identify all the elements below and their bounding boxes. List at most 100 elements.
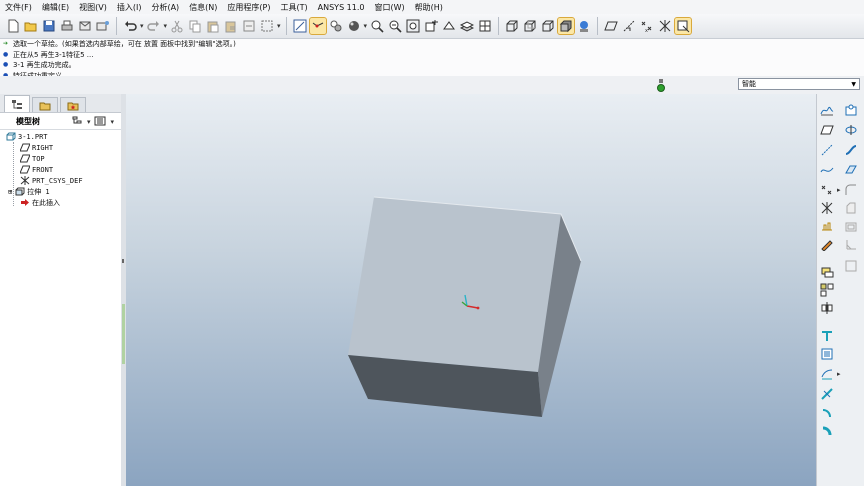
menu-info[interactable]: 信息(N) xyxy=(184,2,222,13)
copy-icon[interactable] xyxy=(187,18,203,34)
tree-settings-icon[interactable] xyxy=(94,115,106,129)
selection-filter-select[interactable]: 智能 ▼ xyxy=(738,78,860,90)
undo-icon[interactable] xyxy=(122,18,138,34)
zoom-in-icon[interactable] xyxy=(369,18,385,34)
coordinate-systems-icon[interactable] xyxy=(657,18,673,34)
select-box-icon[interactable] xyxy=(259,18,275,34)
sweep-icon[interactable] xyxy=(843,142,859,158)
datum-plane-tool-icon[interactable] xyxy=(819,122,835,138)
tab-model-tree[interactable] xyxy=(4,95,30,112)
model-canvas[interactable] xyxy=(126,94,816,486)
trim-icon[interactable] xyxy=(819,386,835,402)
hidden-line-icon[interactable] xyxy=(522,18,538,34)
save-icon[interactable] xyxy=(41,18,57,34)
show-icon[interactable] xyxy=(71,115,83,129)
shading-options-icon[interactable] xyxy=(328,18,344,34)
show-dropdown-icon[interactable]: ▾ xyxy=(87,118,91,126)
merge-icon[interactable] xyxy=(819,366,835,382)
sketch-display-icon[interactable] xyxy=(292,18,308,34)
blend-icon[interactable] xyxy=(843,162,859,178)
menu-ansys[interactable]: ANSYS 11.0 xyxy=(313,3,370,12)
coordinate-system-tool-icon[interactable] xyxy=(819,200,835,216)
menu-insert[interactable]: 插入(I) xyxy=(112,2,147,13)
menu-analysis[interactable]: 分析(A) xyxy=(146,2,184,13)
open-folder-icon[interactable] xyxy=(23,18,39,34)
print-icon[interactable] xyxy=(59,18,75,34)
datum-points-icon[interactable]: x xyxy=(639,18,655,34)
saved-views-icon[interactable] xyxy=(441,18,457,34)
analysis-feature-icon[interactable] xyxy=(819,218,835,234)
menu-tools[interactable]: 工具(T) xyxy=(276,2,313,13)
pattern-icon[interactable] xyxy=(819,282,835,298)
mirror-icon[interactable] xyxy=(819,300,835,316)
layers-icon[interactable] xyxy=(459,18,475,34)
chamfer-icon[interactable] xyxy=(843,200,859,216)
thicken-icon[interactable] xyxy=(819,424,835,440)
surface-fill-icon[interactable] xyxy=(819,346,835,362)
arrow-icon: ➔ xyxy=(3,40,9,47)
copy-feature-icon[interactable] xyxy=(819,264,835,280)
view-manager-icon[interactable] xyxy=(477,18,493,34)
sphere-shading-icon[interactable] xyxy=(346,18,362,34)
datum-point-tool-icon[interactable] xyxy=(819,182,835,198)
datum-plane-icon xyxy=(20,154,30,163)
hole-icon[interactable] xyxy=(843,102,859,118)
reference-feature-icon[interactable] xyxy=(819,236,835,252)
splitter-grip[interactable] xyxy=(122,259,124,263)
tab-favorites[interactable] xyxy=(60,97,86,112)
no-hidden-icon[interactable] xyxy=(540,18,556,34)
graphics-viewport[interactable] xyxy=(126,94,816,486)
menu-applications[interactable]: 应用程序(P) xyxy=(222,2,275,13)
shaded-icon[interactable] xyxy=(557,17,576,35)
offset-icon[interactable] xyxy=(819,406,835,422)
reorient-icon[interactable] xyxy=(423,18,439,34)
annotation-display-icon[interactable] xyxy=(674,17,693,35)
sketch-icon[interactable] xyxy=(819,102,835,118)
paste-icon[interactable] xyxy=(205,18,221,34)
menu-help[interactable]: 帮助(H) xyxy=(410,2,448,13)
tree-item-csys[interactable]: PRT_CSYS_DEF xyxy=(20,175,83,186)
datum-axis-tool-icon[interactable] xyxy=(819,142,835,158)
merge-dropdown-icon[interactable]: ▸ xyxy=(837,370,841,378)
tree-item-extrude[interactable]: ⊞ 拉伸 1 xyxy=(8,186,50,197)
undo-dropdown-icon[interactable]: ▾ xyxy=(140,22,144,30)
extrude-tool-icon[interactable] xyxy=(819,328,835,344)
regenerate-icon[interactable] xyxy=(241,18,257,34)
rib-icon[interactable] xyxy=(843,236,859,252)
zoom-out-icon[interactable] xyxy=(387,18,403,34)
datum-axes-icon[interactable] xyxy=(621,18,637,34)
shell-icon[interactable] xyxy=(843,218,859,234)
menu-edit[interactable]: 编辑(E) xyxy=(37,2,74,13)
menu-file[interactable]: 文件(F) xyxy=(0,2,37,13)
menu-view[interactable]: 视图(V) xyxy=(74,2,112,13)
cut-icon[interactable] xyxy=(169,18,185,34)
tree-item-insert-here[interactable]: 在此插入 xyxy=(20,197,60,208)
refit-icon[interactable] xyxy=(405,18,421,34)
round-icon[interactable] xyxy=(843,182,859,198)
select-dropdown-icon[interactable]: ▾ xyxy=(277,22,281,30)
datum-curve-icon[interactable] xyxy=(819,162,835,178)
revolve-icon[interactable] xyxy=(843,122,859,138)
settings-dropdown-icon[interactable]: ▾ xyxy=(110,118,114,126)
tree-item-right[interactable]: RIGHT xyxy=(20,142,53,153)
send-mail-icon[interactable] xyxy=(77,18,93,34)
menu-window[interactable]: 窗口(W) xyxy=(370,2,410,13)
datum-planes-icon[interactable] xyxy=(603,18,619,34)
draft-icon[interactable] xyxy=(843,258,859,274)
shading-dropdown-icon[interactable]: ▾ xyxy=(364,22,368,30)
redo-dropdown-icon[interactable]: ▾ xyxy=(164,22,168,30)
tree-item-part[interactable]: 3-1.PRT xyxy=(6,131,48,142)
datum-display-icon[interactable] xyxy=(308,17,327,35)
tree-item-front[interactable]: FRONT xyxy=(20,164,53,175)
new-file-icon[interactable] xyxy=(5,18,21,34)
model-tree-header: 模型树 ▾ ▾ xyxy=(0,113,121,130)
point-dropdown-icon[interactable]: ▸ xyxy=(837,186,841,194)
tab-folder-browser[interactable] xyxy=(32,97,58,112)
mail-attach-icon[interactable] xyxy=(95,18,111,34)
expand-icon[interactable]: ⊞ xyxy=(8,188,12,196)
tree-item-top[interactable]: TOP xyxy=(20,153,45,164)
paste-special-icon[interactable] xyxy=(223,18,239,34)
redo-icon[interactable] xyxy=(146,18,162,34)
wireframe-icon[interactable] xyxy=(504,18,520,34)
enhanced-realism-icon[interactable] xyxy=(576,18,592,34)
